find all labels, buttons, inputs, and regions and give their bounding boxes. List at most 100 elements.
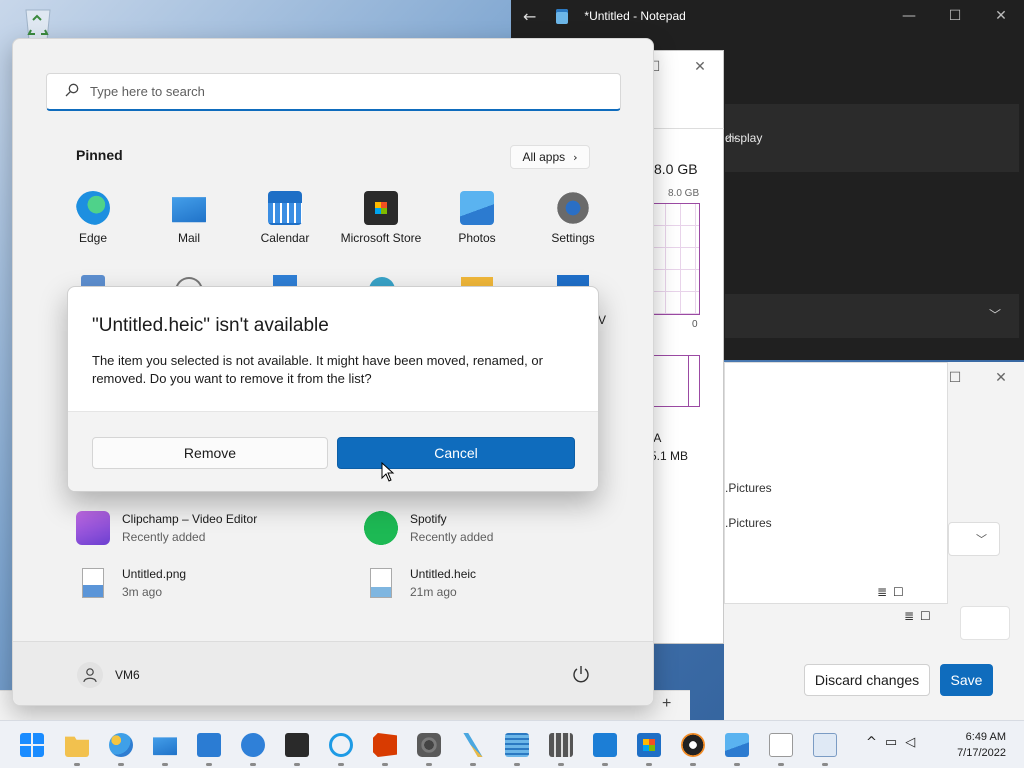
photos-icon[interactable]	[725, 733, 749, 757]
maximize-icon[interactable]: ☐	[932, 0, 978, 32]
pinned-app-mail[interactable]: Mail	[141, 191, 237, 245]
back-arrow-icon[interactable]: ←	[523, 7, 536, 26]
calendar-icon	[268, 191, 302, 225]
notepad-title: *Untitled - Notepad	[584, 9, 686, 23]
pinned-app-settings[interactable]: Settings	[525, 191, 621, 245]
store-icon	[364, 191, 398, 225]
get-help-icon[interactable]	[241, 733, 265, 757]
running-indicator	[646, 763, 652, 766]
chevron-up-icon[interactable]: ︿	[725, 126, 1001, 143]
save-button[interactable]: Save	[940, 664, 993, 696]
memory-usage-graph	[650, 203, 700, 315]
remove-button[interactable]: Remove	[92, 437, 328, 469]
discard-changes-button[interactable]: Discard changes	[804, 664, 930, 696]
task-manager-icon[interactable]	[813, 733, 837, 757]
running-indicator	[250, 763, 256, 766]
settings-card	[960, 606, 1010, 640]
minimize-icon[interactable]: —	[886, 0, 932, 32]
close-icon[interactable]: ✕	[677, 51, 723, 83]
running-indicator	[118, 763, 124, 766]
store-icon[interactable]	[637, 733, 661, 757]
solitaire-icon[interactable]	[769, 733, 793, 757]
plus-icon[interactable]: +	[662, 695, 671, 713]
collapsed-panel[interactable]: ﹀	[725, 294, 1019, 338]
dialog-title: "Untitled.heic" isn't available	[92, 315, 329, 336]
memory-graph-max: 8.0 GB	[668, 188, 700, 199]
memory-total: 8.0 GB	[654, 161, 698, 177]
close-icon[interactable]: ✕	[978, 362, 1024, 394]
recommended-item-clipchamp[interactable]: Clipchamp – Video Editor Recently added	[76, 511, 257, 545]
cortana-icon[interactable]	[329, 733, 353, 757]
file-explorer-icon[interactable]	[65, 736, 89, 757]
system-tray[interactable]: ^▭◁	[866, 735, 923, 750]
dropdown-select[interactable]: ﹀	[948, 522, 1000, 556]
view-toggle-icons[interactable]: ≣☐	[904, 609, 937, 623]
running-indicator	[558, 763, 564, 766]
clock-time: 6:49 AM	[965, 731, 1006, 743]
recommended-item-untitled-png[interactable]: Untitled.png 3m ago	[76, 567, 186, 599]
recommended-title: Untitled.png	[122, 567, 187, 581]
start-footer: VM6	[13, 641, 653, 705]
stat-value-mb: 5.1 MB	[650, 449, 689, 463]
network-icon[interactable]: ▭	[885, 735, 905, 750]
memory-composition-graph	[650, 355, 700, 407]
display-panel[interactable]: display ︿	[725, 104, 1019, 172]
user-name: VM6	[115, 668, 140, 682]
user-account[interactable]: VM6	[77, 662, 140, 688]
pc-connect-icon[interactable]	[593, 733, 617, 757]
item-unavailable-dialog[interactable]: "Untitled.heic" isn't available The item…	[67, 286, 599, 492]
pinned-app-edge[interactable]: Edge	[45, 191, 141, 245]
pinned-app-calendar[interactable]: Calendar	[237, 191, 333, 245]
avatar	[77, 662, 103, 688]
pinned-app-photos[interactable]: Photos	[429, 191, 525, 245]
edge-icon	[76, 191, 110, 225]
running-indicator	[470, 763, 476, 766]
pinned-app-store[interactable]: Microsoft Store	[333, 191, 429, 245]
search-box[interactable]: Type here to search	[46, 73, 621, 111]
camera-icon[interactable]	[417, 733, 441, 757]
media-player-icon[interactable]	[681, 733, 705, 757]
search-placeholder: Type here to search	[90, 84, 205, 99]
notepad-icon[interactable]	[505, 733, 529, 757]
pinned-app-label: Photos	[458, 231, 496, 245]
search-icon	[65, 83, 79, 97]
recommended-subtitle: 3m ago	[122, 585, 163, 599]
chevron-down-icon[interactable]: ﹀	[989, 306, 1001, 323]
snipping-tool-icon[interactable]	[463, 733, 483, 757]
running-indicator	[162, 763, 168, 766]
chevron-up-icon[interactable]: ^	[866, 735, 885, 750]
running-indicator	[74, 763, 80, 766]
pinned-app-label: Mail	[177, 231, 200, 245]
movies-tv-icon[interactable]	[197, 733, 221, 757]
view-toggle-icons[interactable]: ≣☐	[877, 585, 910, 599]
close-icon[interactable]: ✕	[978, 0, 1024, 32]
pinned-app-label: Microsoft Store	[340, 231, 422, 245]
start-button-icon[interactable]	[20, 733, 44, 757]
file-list-pane: .Pictures .Pictures ≣☐	[724, 362, 948, 604]
pinned-app-label: Calendar	[260, 231, 310, 245]
calculator-icon[interactable]	[549, 733, 573, 757]
heic-file-icon	[370, 568, 392, 598]
office-icon[interactable]	[373, 733, 397, 757]
all-apps-button[interactable]: All apps ›	[510, 145, 590, 169]
running-indicator	[734, 763, 740, 766]
folder-path[interactable]: .Pictures	[725, 516, 772, 530]
cancel-button[interactable]: Cancel	[337, 437, 575, 469]
dialog-footer: Remove Cancel	[68, 411, 598, 491]
recommended-title: Untitled.heic	[410, 567, 477, 581]
power-icon[interactable]	[571, 664, 591, 684]
recommended-item-spotify[interactable]: Spotify Recently added	[364, 511, 493, 545]
recommended-item-untitled-heic[interactable]: Untitled.heic 21m ago	[364, 567, 476, 599]
running-indicator	[338, 763, 344, 766]
graph-zero-label: 0	[692, 319, 698, 330]
mail-icon[interactable]	[153, 737, 177, 756]
recycle-bin-icon[interactable]	[18, 6, 58, 42]
settings-icon	[556, 191, 590, 225]
spotify-icon	[364, 511, 398, 545]
terminal-icon[interactable]	[285, 733, 309, 757]
clock[interactable]: 6:49 AM 7/17/2022	[946, 729, 1006, 761]
photos-edit-window[interactable]: ☐ ✕ .Pictures .Pictures ≣☐ ﹀ ≣☐ Discard …	[724, 362, 1024, 720]
folder-path[interactable]: .Pictures	[725, 481, 772, 495]
paint-icon[interactable]	[109, 733, 133, 757]
volume-icon[interactable]: ◁	[905, 735, 923, 750]
